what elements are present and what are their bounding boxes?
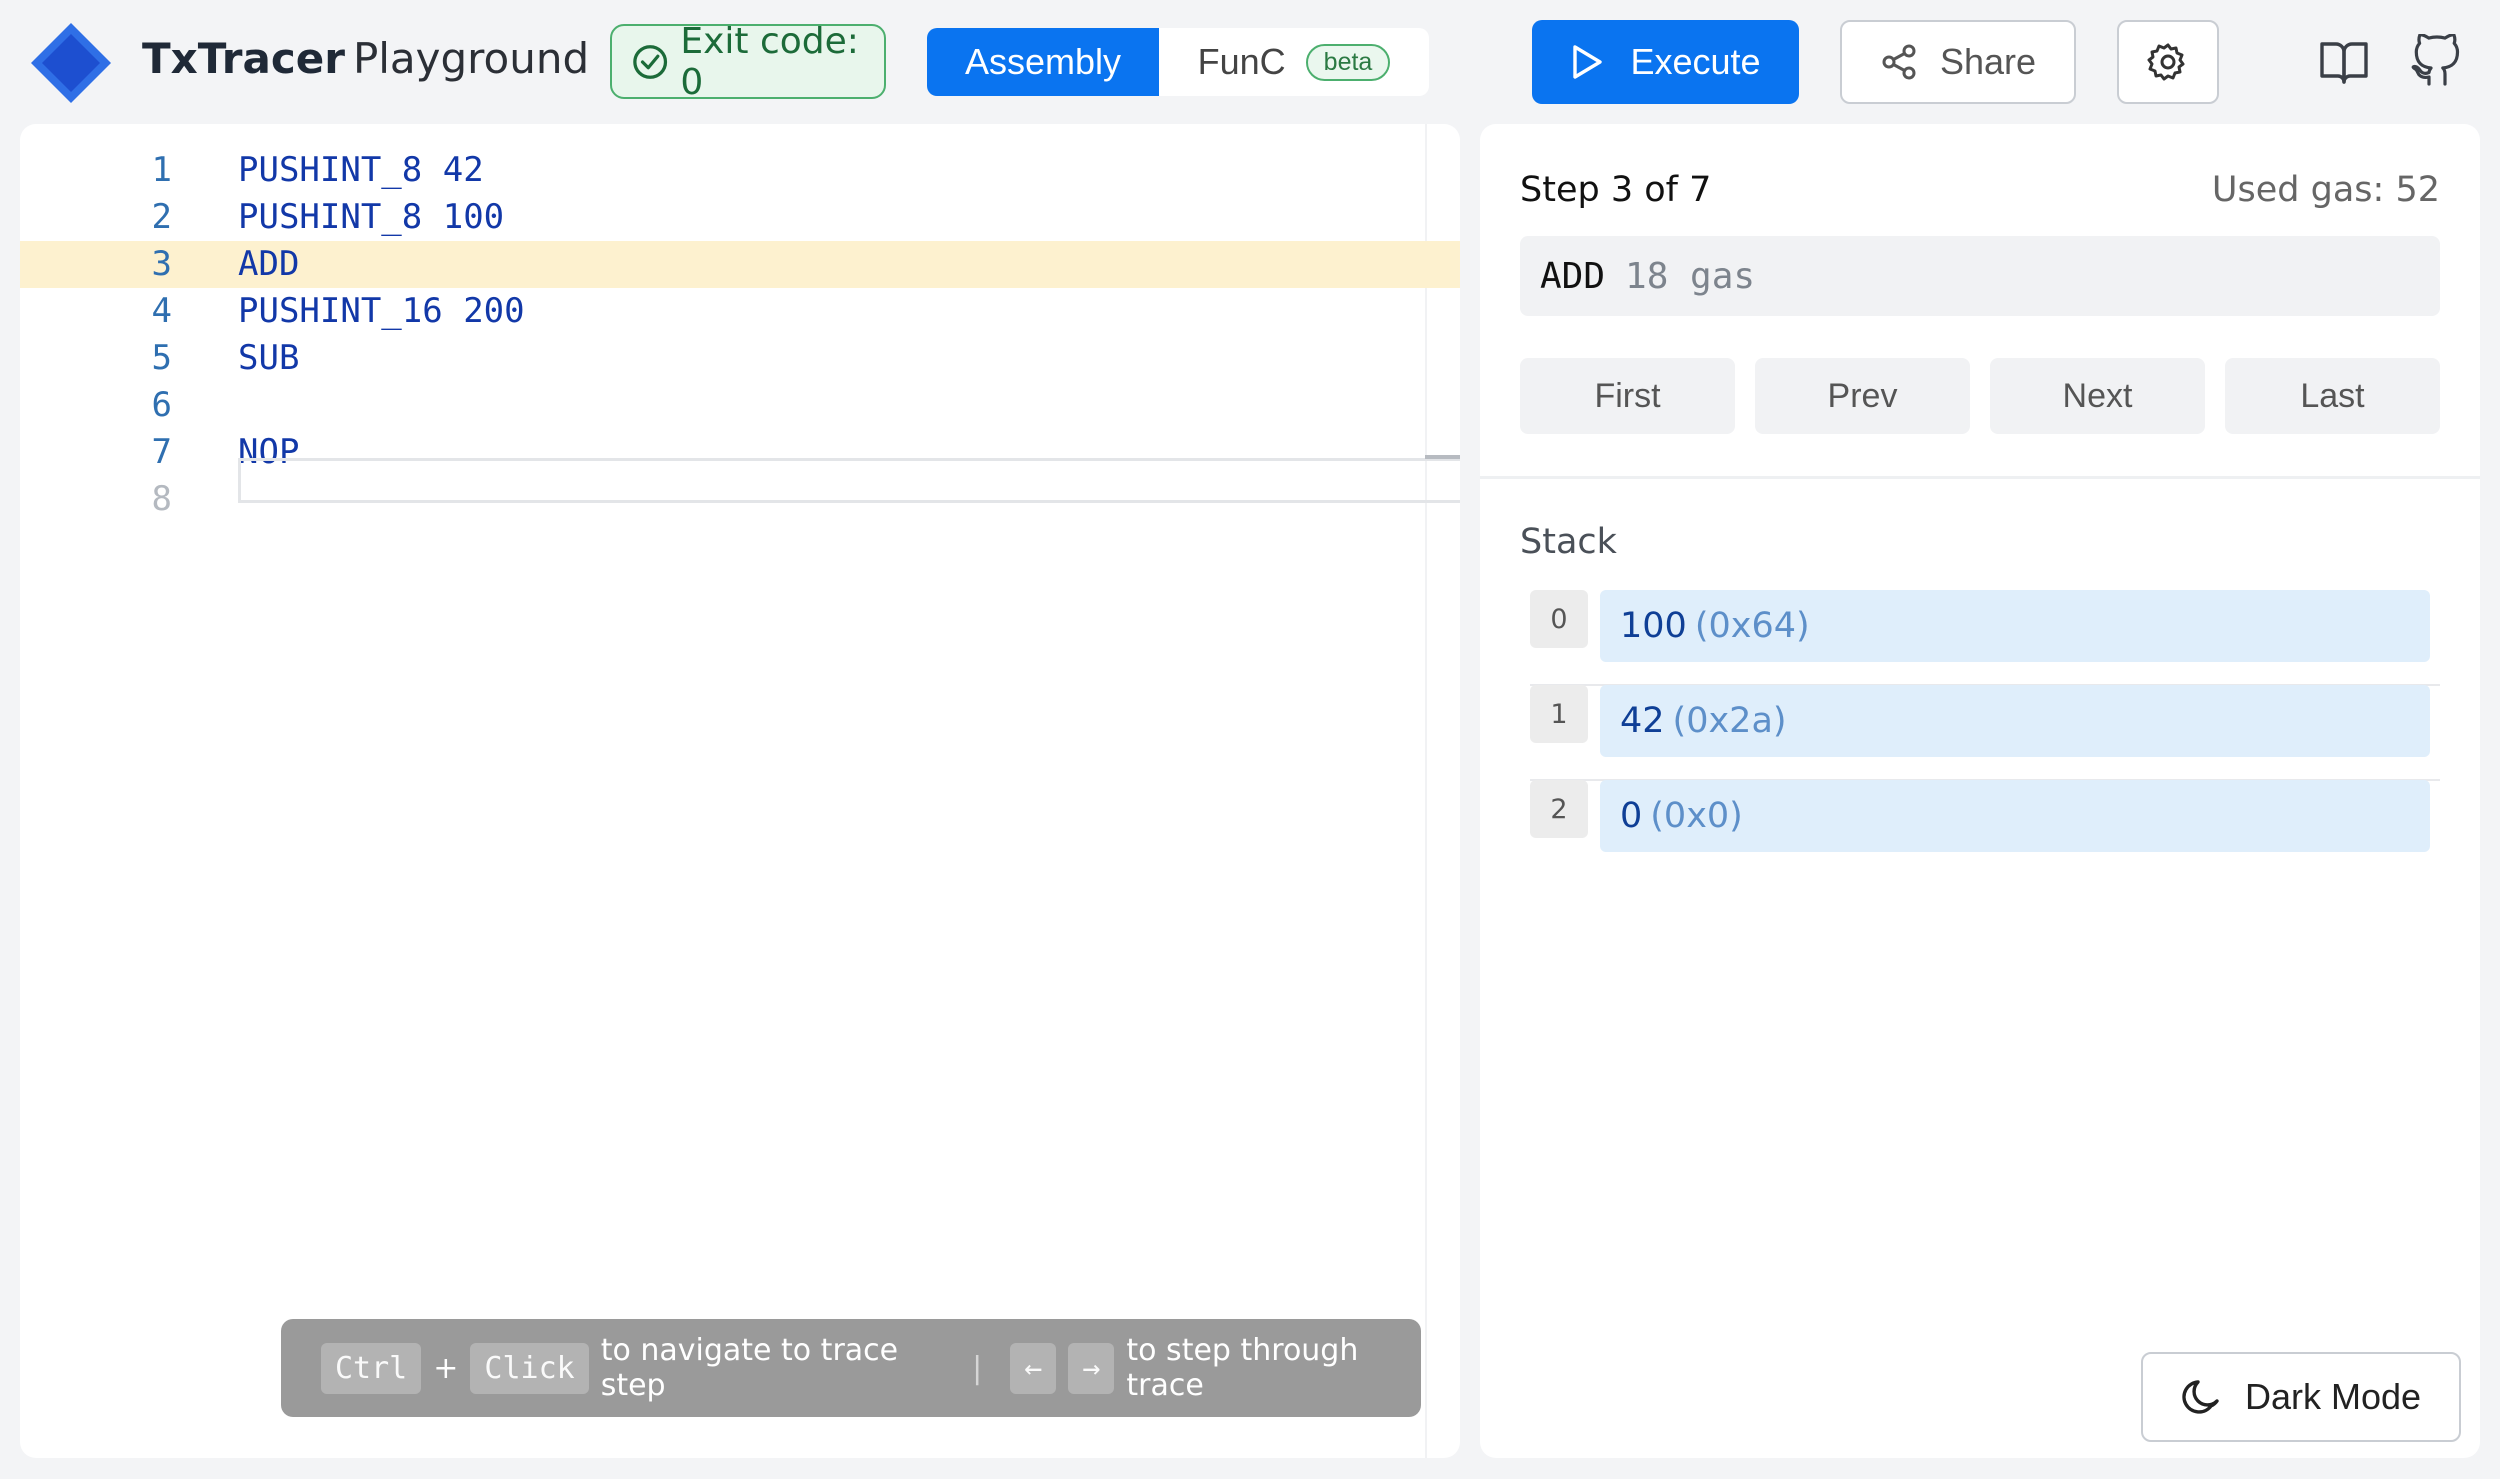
code-line-4[interactable]: 4 PUSHINT_16 200 — [20, 288, 1460, 335]
line-number: 2 — [151, 197, 172, 237]
check-circle-icon — [633, 44, 668, 79]
instruction-gas: 18 gas — [1625, 255, 1756, 297]
book-icon[interactable] — [2318, 36, 2370, 88]
stack-value-dec: 100 — [1620, 606, 1687, 646]
play-icon — [1573, 45, 1603, 79]
stack-row: 0 100 (0x64) — [1520, 590, 2440, 686]
tab-assembly-label: Assembly — [964, 41, 1122, 82]
stack-value-dec: 0 — [1620, 796, 1643, 836]
trace-panel: Step 3 of 7 Used gas: 52 ADD 18 gas Firs… — [1480, 124, 2480, 1458]
settings-button[interactable] — [2117, 20, 2219, 104]
prev-step-button[interactable]: Prev — [1755, 358, 1970, 434]
code-text: PUSHINT_8 42 — [238, 147, 484, 194]
app-header: TxTracer Playground Exit code: 0 Assembly… — [0, 0, 2500, 124]
line-number: 4 — [151, 291, 172, 331]
code-text: SUB — [238, 335, 299, 382]
stack-value-hex: (0x64) — [1694, 606, 1810, 646]
github-icon[interactable] — [2410, 34, 2462, 90]
step-title: Step 3 of 7 — [1520, 170, 1712, 210]
instruction-opcode: ADD — [1540, 255, 1606, 297]
current-instruction: ADD 18 gas — [1520, 236, 2440, 316]
next-label: Next — [2062, 376, 2133, 415]
code-line-5[interactable]: 5 SUB — [20, 335, 1460, 382]
line-number: 5 — [151, 338, 172, 378]
last-step-button[interactable]: Last — [2225, 358, 2440, 434]
exit-code-badge: Exit code: 0 — [610, 21, 886, 103]
hint-plus: + — [433, 1350, 459, 1386]
exit-code-text: Exit code: 0 — [680, 20, 859, 103]
stack-value[interactable]: 100 (0x64) — [1600, 590, 2430, 662]
code-line-6[interactable]: 6 — [20, 382, 1460, 429]
share-label: Share — [1939, 41, 2037, 82]
prev-label: Prev — [1827, 376, 1898, 415]
stack-index: 1 — [1530, 685, 1588, 743]
line-number: 7 — [151, 432, 172, 472]
brand-name: TxTracer — [142, 34, 345, 83]
stack-value-hex: (0x2a) — [1672, 701, 1787, 741]
opcode: PUSHINT_8 — [238, 197, 423, 237]
stack-index: 2 — [1530, 780, 1588, 838]
first-label: First — [1594, 376, 1661, 415]
execute-label: Execute — [1630, 41, 1761, 82]
operand: 100 — [442, 197, 505, 237]
brand-subtitle: Playground — [352, 34, 590, 83]
kbd-right-arrow: → — [1068, 1342, 1115, 1394]
current-line-box — [238, 458, 1460, 503]
hint-navigate-text: to navigate to trace step — [600, 1333, 899, 1403]
code-text: PUSHINT_8 100 — [238, 194, 504, 241]
stack-row: 1 42 (0x2a) — [1520, 685, 2440, 781]
kbd-click: Click — [470, 1342, 589, 1394]
opcode: ADD — [238, 244, 300, 284]
stack-row: 2 0 (0x0) — [1520, 780, 2440, 875]
line-number: 8 — [151, 479, 172, 519]
stack-value[interactable]: 0 (0x0) — [1600, 780, 2430, 852]
tab-assembly[interactable]: Assembly — [927, 28, 1159, 96]
line-number: 1 — [151, 150, 172, 190]
scrollbar-marker — [1425, 455, 1460, 459]
code-line-2[interactable]: 2 PUSHINT_8 100 — [20, 194, 1460, 241]
stack-heading: Stack — [1520, 522, 1617, 562]
stack-index: 0 — [1530, 590, 1588, 648]
next-step-button[interactable]: Next — [1990, 358, 2205, 434]
tab-func-label: FunC — [1197, 41, 1286, 82]
panel-divider — [1480, 476, 2480, 479]
code-text: PUSHINT_16 200 — [238, 288, 525, 335]
line-number: 6 — [151, 385, 172, 425]
opcode: PUSHINT_16 — [238, 291, 443, 331]
keyboard-hint-bar: Ctrl + Click to navigate to trace step |… — [281, 1319, 1421, 1417]
dark-mode-label: Dark Mode — [2244, 1376, 2422, 1417]
code-editor[interactable]: 1 PUSHINT_8 42 2 PUSHINT_8 100 3 ADD 4 P… — [20, 124, 1460, 1458]
moon-icon — [2182, 1380, 2219, 1414]
beta-badge: beta — [1305, 43, 1391, 81]
kbd-left-arrow: ← — [1010, 1342, 1057, 1394]
operand: 200 — [463, 291, 525, 331]
last-label: Last — [2300, 376, 2365, 415]
opcode: PUSHINT_8 — [238, 150, 423, 190]
brand-title: TxTracer Playground — [142, 34, 589, 83]
language-mode-switch: Assembly FunC beta — [927, 28, 1429, 96]
execute-button[interactable]: Execute — [1532, 20, 1799, 104]
kbd-ctrl: Ctrl — [321, 1342, 422, 1394]
code-line-3-active[interactable]: 3 ADD — [20, 241, 1460, 288]
gear-icon — [2147, 43, 2185, 81]
stack-value-dec: 42 — [1620, 701, 1665, 741]
operand: 42 — [442, 150, 484, 190]
hint-separator: | — [972, 1350, 983, 1386]
stack-value[interactable]: 42 (0x2a) — [1600, 685, 2430, 757]
first-step-button[interactable]: First — [1520, 358, 1735, 434]
opcode: SUB — [238, 338, 300, 378]
logo-icon[interactable] — [28, 20, 114, 106]
used-gas: Used gas: 52 — [2211, 170, 2440, 210]
line-number: 3 — [151, 244, 172, 284]
share-button[interactable]: Share — [1840, 20, 2076, 104]
code-text: ADD — [238, 241, 299, 288]
stack-value-hex: (0x0) — [1650, 796, 1743, 836]
tab-func[interactable]: FunC beta — [1159, 28, 1429, 96]
share-icon — [1882, 44, 1916, 80]
dark-mode-button[interactable]: Dark Mode — [2141, 1352, 2461, 1442]
hint-step-text: to step through trace — [1126, 1333, 1359, 1403]
code-line-1[interactable]: 1 PUSHINT_8 42 — [20, 147, 1460, 194]
